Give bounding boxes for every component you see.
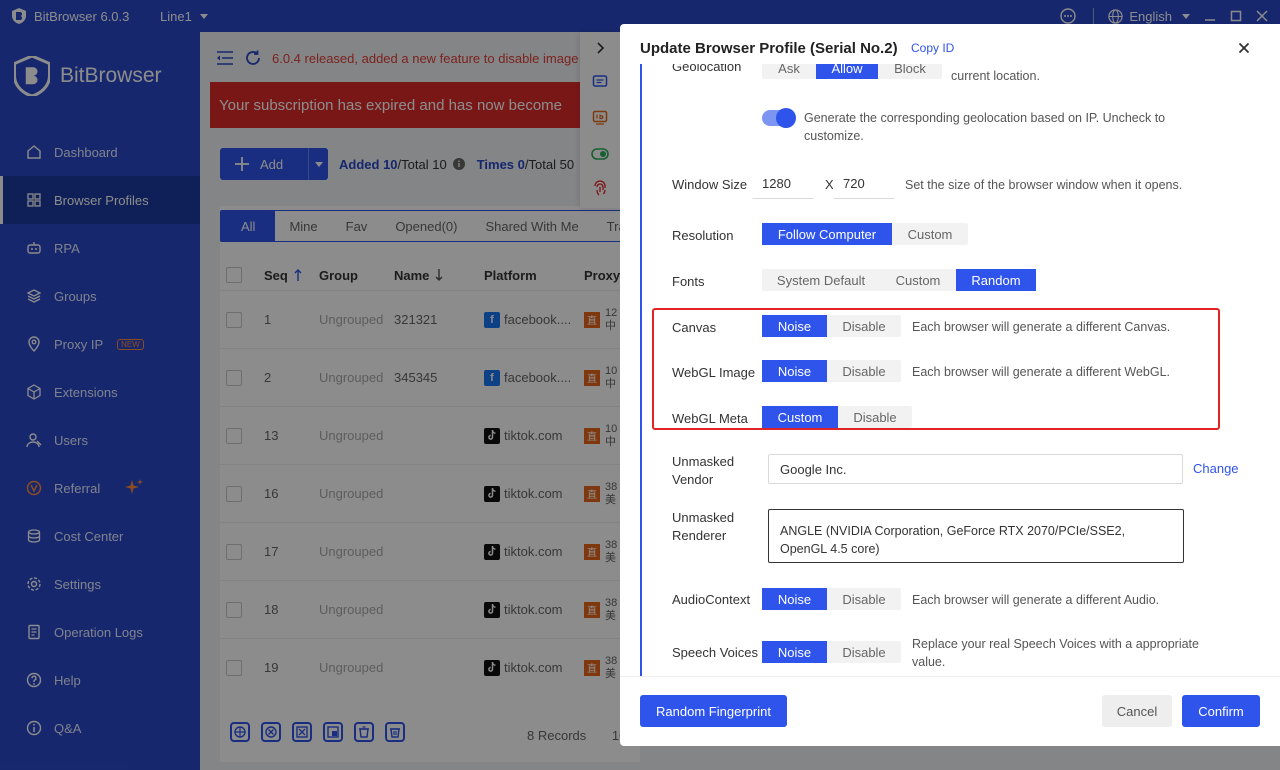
geo-ip-toggle[interactable] (762, 108, 796, 128)
unmasked-renderer-textarea[interactable]: ANGLE (NVIDIA Corporation, GeForce RTX 2… (768, 509, 1184, 563)
audio-option-disable[interactable]: Disable (827, 588, 901, 610)
audio-context-label: AudioContext (672, 592, 751, 607)
canvas-description: Each browser will generate a different C… (912, 320, 1171, 334)
section-indicator (640, 64, 642, 676)
geolocation-option-ask[interactable]: Ask (762, 64, 816, 79)
canvas-option-disable[interactable]: Disable (827, 315, 901, 337)
confirm-button[interactable]: Confirm (1182, 695, 1260, 727)
fonts-option-system-default[interactable]: System Default (762, 269, 880, 291)
cancel-button[interactable]: Cancel (1102, 695, 1172, 727)
audio-context-description: Each browser will generate a different A… (912, 593, 1160, 607)
unmasked-renderer-label-line1: Unmasked (672, 510, 735, 525)
resolution-segmented: Follow Computer Custom (762, 223, 968, 245)
unmasked-vendor-label: Unmasked Vendor (672, 453, 734, 489)
fonts-option-custom[interactable]: Custom (880, 269, 956, 291)
webgl-image-description: Each browser will generate a different W… (912, 365, 1171, 379)
copy-id-link[interactable]: Copy ID (911, 41, 954, 55)
speech-option-disable[interactable]: Disable (827, 641, 901, 663)
drawer-form: Geolocation Ask Allow Block current loca… (620, 64, 1280, 676)
geolocation-segmented: Ask Allow Block (762, 64, 942, 79)
drawer-footer: Random Fingerprint Cancel Confirm (620, 676, 1280, 746)
window-width-input[interactable]: 1280 (752, 169, 814, 199)
update-profile-drawer: Update Browser Profile (Serial No.2) Cop… (620, 24, 1280, 746)
geolocation-option-block[interactable]: Block (878, 64, 942, 79)
canvas-label: Canvas (672, 320, 717, 335)
resolution-option-custom[interactable]: Custom (892, 223, 968, 245)
unmasked-renderer-label-line2: Renderer (672, 528, 727, 543)
window-size-label: Window Size (672, 177, 748, 192)
window-height-input[interactable]: 720 (833, 169, 895, 199)
audio-option-noise[interactable]: Noise (762, 588, 827, 610)
webgl-meta-label: WebGL Meta (672, 411, 748, 426)
close-icon[interactable] (1238, 42, 1250, 54)
webgl-meta-option-custom[interactable]: Custom (762, 406, 838, 428)
webgl-meta-segmented: Custom Disable (762, 406, 912, 428)
canvas-option-noise[interactable]: Noise (762, 315, 827, 337)
speech-option-noise[interactable]: Noise (762, 641, 827, 663)
fonts-option-random[interactable]: Random (956, 269, 1036, 291)
webgl-image-segmented: Noise Disable (762, 360, 901, 382)
unmasked-vendor-label-line1: Unmasked (672, 454, 735, 469)
webgl-image-option-disable[interactable]: Disable (827, 360, 901, 382)
window-size-description: Set the size of the browser window when … (905, 178, 1183, 192)
geolocation-label: Geolocation (672, 64, 742, 74)
geo-toggle-description: Generate the corresponding geolocation b… (804, 111, 1166, 143)
resolution-option-follow-computer[interactable]: Follow Computer (762, 223, 892, 245)
unmasked-renderer-label: Unmasked Renderer (672, 509, 734, 545)
speech-voices-description: Replace your real Speech Voices with a a… (912, 637, 1199, 669)
canvas-segmented: Noise Disable (762, 315, 901, 337)
audio-context-segmented: Noise Disable (762, 588, 901, 610)
fonts-segmented: System Default Custom Random (762, 269, 1036, 291)
unmasked-vendor-label-line2: Vendor (672, 472, 714, 487)
webgl-image-option-noise[interactable]: Noise (762, 360, 827, 382)
webgl-image-label: WebGL Image (672, 365, 756, 380)
random-fingerprint-button[interactable]: Random Fingerprint (640, 695, 787, 727)
change-vendor-link[interactable]: Change (1193, 460, 1239, 478)
fonts-label: Fonts (672, 274, 705, 289)
geolocation-description: current location. (951, 69, 1040, 83)
speech-voices-label: Speech Voices (672, 645, 759, 660)
resolution-label: Resolution (672, 228, 734, 243)
geolocation-option-allow[interactable]: Allow (816, 64, 878, 79)
webgl-meta-option-disable[interactable]: Disable (838, 406, 912, 428)
speech-voices-segmented: Noise Disable (762, 641, 901, 663)
unmasked-vendor-input[interactable]: Google Inc. (768, 454, 1183, 484)
drawer-title: Update Browser Profile (Serial No.2) (640, 40, 898, 57)
